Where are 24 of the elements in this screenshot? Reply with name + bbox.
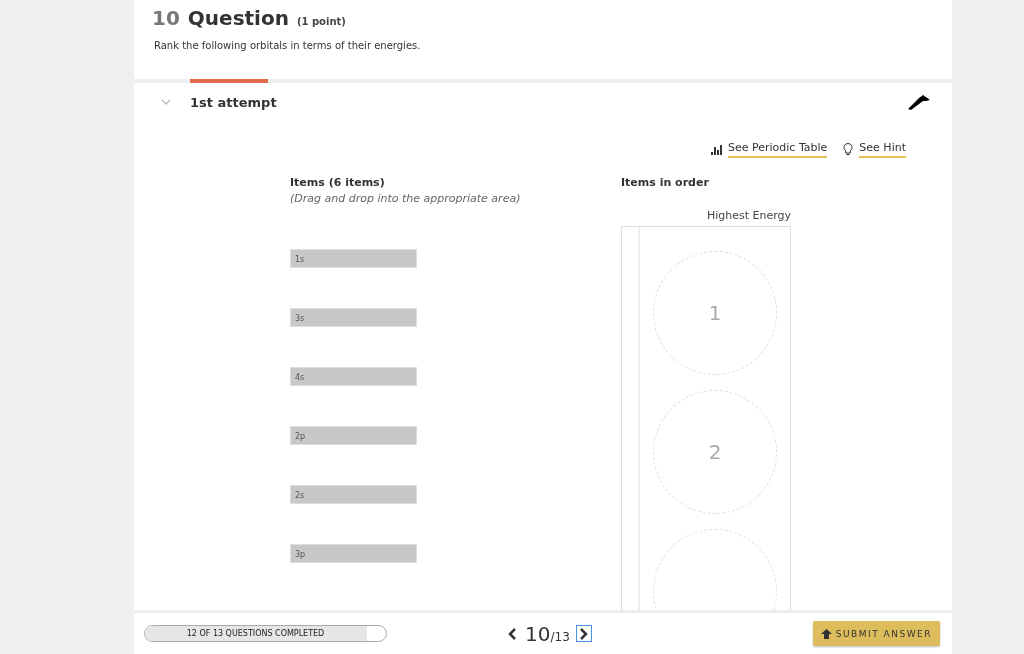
draggable-item[interactable]: 2s [290,485,417,504]
page-indicator: 10/13 [525,621,570,646]
question-points: (1 point) [296,16,346,27]
submit-button[interactable]: SUBMIT ANSWER [812,621,940,646]
order-heading: Items in order [621,176,710,189]
items-heading: Items (6 items) [290,176,386,189]
draggable-item[interactable]: 1s [290,249,417,268]
draggable-item[interactable]: 3p [290,544,417,563]
lightbulb-icon [841,142,856,156]
question-number: 10 [152,6,180,30]
highest-energy-label: Highest Energy [705,209,791,222]
drag-instruction: (Drag and drop into the appropriate area) [290,192,522,205]
flag-icon[interactable] [906,93,932,111]
hint-link[interactable]: See Hint [859,141,906,158]
draggable-item[interactable]: 2p [290,426,417,445]
draggable-item[interactable]: 4s [290,367,417,386]
attempt-label: 1st attempt [190,94,277,110]
periodic-table-link[interactable]: See Periodic Table [728,141,828,158]
draggable-item[interactable]: 3s [290,308,417,327]
question-prompt: Rank the following orbitals in terms of their energies. [154,40,422,51]
next-button[interactable] [575,625,592,642]
question-title: Question [187,6,289,30]
upload-icon [820,628,832,639]
bar-chart-icon [710,142,724,156]
